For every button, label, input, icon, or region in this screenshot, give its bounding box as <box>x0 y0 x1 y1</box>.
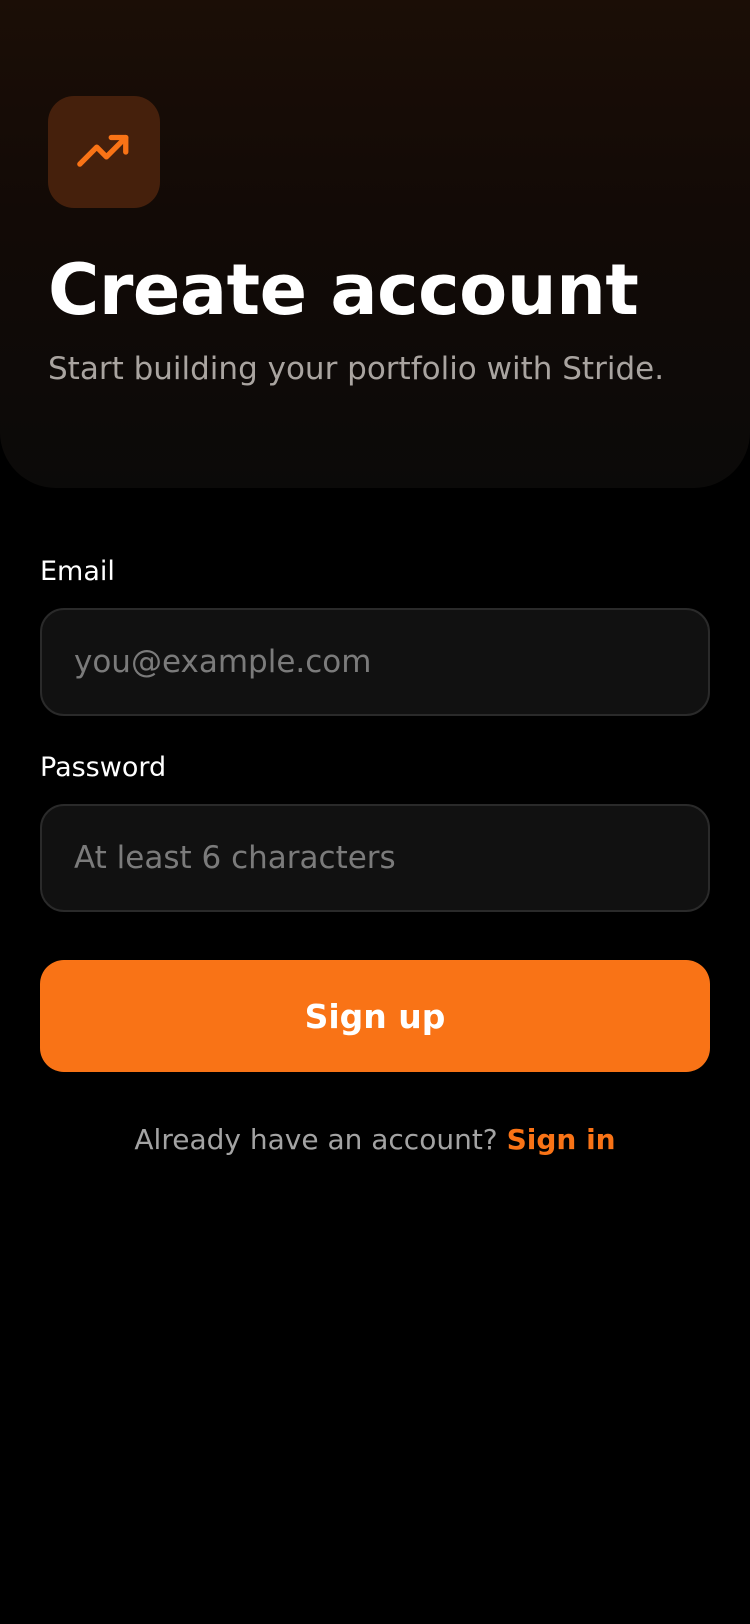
email-label: Email <box>40 556 115 587</box>
sign-in-link[interactable]: Sign in <box>507 1123 616 1156</box>
sign-in-prompt: Already have an account? Sign in <box>0 1120 750 1160</box>
trending-up-icon <box>75 123 133 181</box>
sign-in-prompt-text: Already have an account? <box>134 1123 507 1156</box>
sign-up-button[interactable]: Sign up <box>40 960 710 1072</box>
header-panel: Create account Start building your portf… <box>0 0 750 488</box>
app-logo <box>48 96 160 208</box>
signup-screen: Create account Start building your portf… <box>0 0 750 1624</box>
email-field[interactable] <box>40 608 710 716</box>
password-label: Password <box>40 752 167 783</box>
password-field[interactable] <box>40 804 710 912</box>
page-subtitle: Start building your portfolio with Strid… <box>48 351 665 387</box>
page-title: Create account <box>48 249 639 331</box>
